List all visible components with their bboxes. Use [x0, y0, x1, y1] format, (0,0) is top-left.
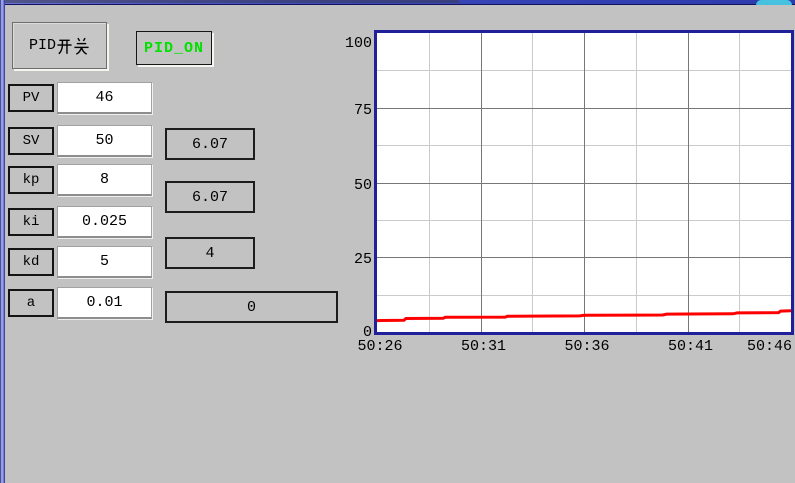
pid-switch-label-latin: PID: [29, 37, 56, 54]
pid-status-indicator: PID_ON: [136, 31, 212, 65]
x-tick-label: 50:41: [660, 338, 722, 355]
pid-status-label: PID_ON: [144, 40, 204, 57]
output-display-3-value: 4: [205, 245, 214, 262]
param-input-kp[interactable]: [57, 164, 152, 196]
param-label-a: a: [8, 289, 54, 317]
trend-chart: 100755025050:2650:3150:3650:4150:46: [374, 30, 794, 335]
window-top-edge-shade: [0, 0, 460, 3]
param-label-ki: ki: [8, 208, 54, 236]
param-label-kd-text: kd: [23, 254, 40, 270]
param-label-sv-text: SV: [23, 133, 40, 149]
param-label-a-text: a: [27, 295, 35, 311]
param-label-sv: SV: [8, 127, 54, 155]
output-display-4: 0: [165, 291, 338, 323]
param-input-ki[interactable]: [57, 206, 152, 238]
x-tick-label: 50:31: [453, 338, 515, 355]
param-label-kp-text: kp: [23, 172, 40, 188]
param-input-sv[interactable]: [57, 125, 152, 157]
output-display-4-value: 0: [247, 299, 256, 316]
param-input-kd[interactable]: [57, 246, 152, 278]
output-display-1: 6.07: [165, 128, 255, 160]
output-display-1-value: 6.07: [192, 136, 228, 153]
param-label-kp: kp: [8, 166, 54, 194]
param-label-pv-text: PV: [23, 90, 40, 106]
param-input-pv[interactable]: [57, 82, 152, 114]
param-label-kd: kd: [8, 248, 54, 276]
y-tick-label: 50: [326, 177, 372, 195]
output-display-2-value: 6.07: [192, 189, 228, 206]
hanzi-guan-icon: [73, 36, 90, 55]
window-left-edge: [0, 0, 5, 483]
param-label-ki-text: ki: [23, 214, 40, 230]
y-tick-label: 100: [326, 35, 372, 53]
y-tick-label: 75: [326, 102, 372, 120]
x-tick-label: 50:36: [556, 338, 618, 355]
pid-switch-button[interactable]: PID: [12, 22, 107, 69]
window-titlebar-button-partial: [756, 0, 792, 5]
x-tick-label: 50:26: [349, 338, 411, 355]
hmi-pid-screen: PID PID_ON PV SV kp ki kd a 6.07 6.07 4 …: [0, 0, 795, 483]
y-tick-label: 25: [326, 251, 372, 269]
output-display-2: 6.07: [165, 181, 255, 213]
x-tick-label: 50:46: [744, 338, 792, 355]
param-label-pv: PV: [8, 84, 54, 112]
param-input-a[interactable]: [57, 287, 152, 319]
output-display-3: 4: [165, 237, 255, 269]
trend-plot: [377, 33, 791, 332]
hanzi-kai-icon: [56, 36, 73, 55]
window-top-edge: [0, 0, 795, 5]
